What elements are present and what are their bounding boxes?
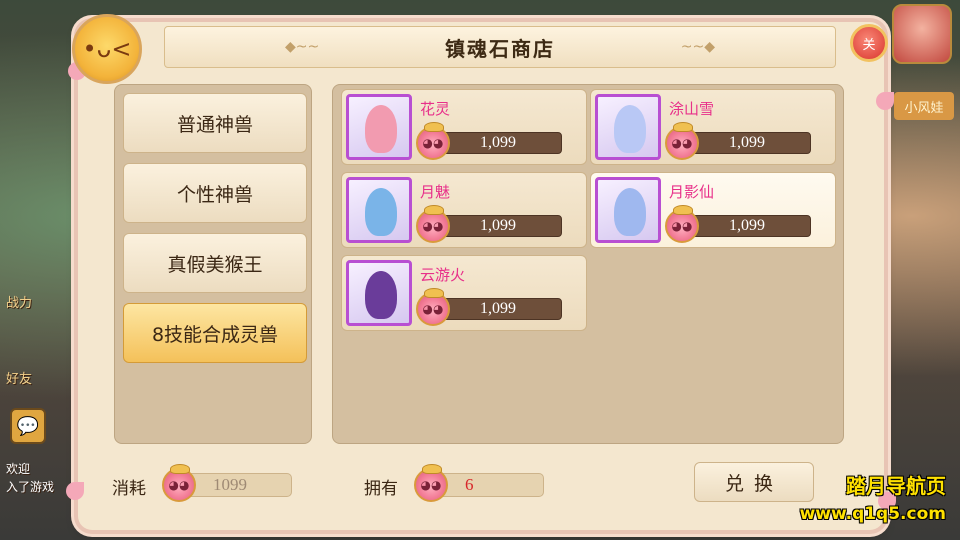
item-name: 月魅 [420,183,451,201]
ornament-icon: ◆~~ [285,39,320,55]
item-price: 1,099 [434,298,562,320]
pet-figure [365,105,397,153]
bg-friend-text: 好友 [6,372,33,387]
close-button[interactable]: 关 [850,24,888,62]
own-value: 6 [434,473,544,497]
pet-portrait [595,94,661,160]
ornament-icon: ~~◆ [680,39,715,55]
pet-figure [614,105,646,153]
category-tab-personality[interactable]: 个性神兽 [123,163,307,223]
item-price: 1,099 [434,215,562,237]
pig-coin-icon: ◕◕ [416,122,450,160]
pet-figure [614,188,646,236]
item-card[interactable]: 涂山雪 1,099 ◕◕ [590,89,836,165]
pig-coin-icon: ◕◕ [414,464,448,502]
pet-portrait [346,177,412,243]
petal-decoration [66,482,84,500]
item-name: 涂山雪 [669,100,715,118]
exchange-button[interactable]: 兑换 [694,462,814,502]
watermark-url: www.q1q5.com [799,504,946,524]
item-price: 1,099 [683,132,811,154]
item-name: 月影仙 [669,183,715,201]
pet-portrait [595,177,661,243]
mascot-face-icon: •ᴗ< [82,35,132,63]
item-price: 1,099 [683,215,811,237]
category-tab-monkey-king[interactable]: 真假美猴王 [123,233,307,293]
page-title: 镇魂石商店 [445,36,555,61]
pig-coin-icon: ◕◕ [416,288,450,326]
cost-label: 消耗 [112,479,146,499]
item-price: 1,099 [434,132,562,154]
bg-power-text: 战力 [6,296,33,311]
pig-coin-icon: ◕◕ [665,122,699,160]
mascot-icon: •ᴗ< [72,14,142,84]
shop-window: ◆~~ 镇魂石商店 ~~◆ •ᴗ< 关 普通神兽 个性神兽 真假美猴王 8技能合… [66,14,896,530]
bg-right-banner: 小风娃 [894,92,954,120]
category-panel: 普通神兽 个性神兽 真假美猴王 8技能合成灵兽 [114,84,312,444]
item-name: 云游火 [420,266,466,284]
item-name: 花灵 [420,100,451,118]
bg-welcome-text: 欢迎 [6,462,31,476]
chat-icon[interactable]: 💬 [10,408,46,444]
bg-joined-text: 入了游戏 [6,480,55,494]
category-tab-8-skill[interactable]: 8技能合成灵兽 [123,303,307,363]
pet-portrait [346,260,412,326]
watermark-title: 踏月导航页 [846,474,946,498]
own-label: 拥有 [364,479,398,499]
item-card[interactable]: 花灵 1,099 ◕◕ [341,89,587,165]
category-tab-normal[interactable]: 普通神兽 [123,93,307,153]
pig-coin-icon: ◕◕ [665,205,699,243]
item-panel: 花灵 1,099 ◕◕ 涂山雪 1,099 ◕◕ 月魅 1,099 ◕◕ 月影仙 [332,84,844,444]
pig-coin-icon: ◕◕ [416,205,450,243]
cost-value: 1099 [182,473,292,497]
pet-figure [365,188,397,236]
item-card[interactable]: 云游火 1,099 ◕◕ [341,255,587,331]
title-bar: ◆~~ 镇魂石商店 ~~◆ [164,26,836,68]
pig-coin-icon: ◕◕ [162,464,196,502]
pet-portrait [346,94,412,160]
petal-decoration [876,92,894,110]
player-avatar[interactable] [892,4,952,64]
item-card[interactable]: 月魅 1,099 ◕◕ [341,172,587,248]
pet-figure [365,271,397,319]
item-card-selected[interactable]: 月影仙 1,099 ◕◕ [590,172,836,248]
